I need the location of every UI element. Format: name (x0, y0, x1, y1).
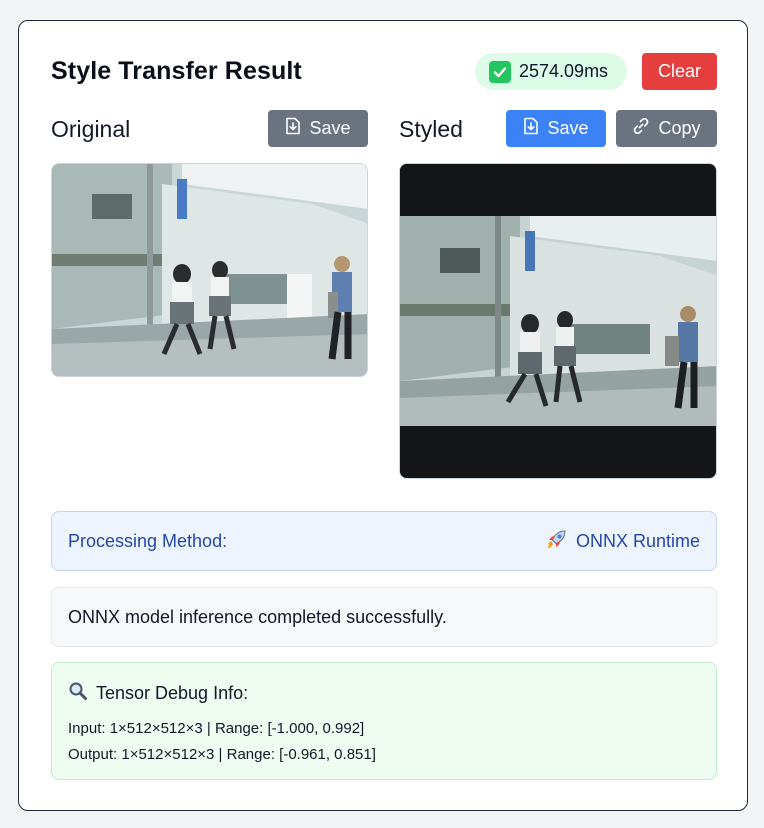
debug-input-line: Input: 1×512×512×3 | Range: [-1.000, 0.9… (68, 720, 365, 737)
tensor-debug-panel: Tensor Debug Info: Input: 1×512×512×3 | … (51, 662, 717, 780)
rocket-icon (546, 528, 568, 555)
processing-method-value: ONNX Runtime (575, 530, 700, 551)
status-message: ONNX model inference completed successfu… (68, 606, 447, 627)
save-original-label: Save (309, 118, 351, 138)
save-styled-label: Save (547, 118, 589, 138)
save-styled-button[interactable]: Save (506, 110, 606, 147)
processing-method-label: Processing Method: (68, 530, 228, 551)
inference-time-text: 2574.09ms (519, 61, 609, 81)
processing-method-value-wrap: ONNX Runtime (546, 528, 700, 555)
copy-button-label: Copy (658, 118, 701, 138)
clear-button[interactable]: Clear (642, 53, 717, 90)
magnifier-icon (68, 681, 88, 706)
original-label: Original (51, 116, 131, 142)
status-message-panel: ONNX model inference completed successfu… (51, 587, 717, 647)
inference-time-badge: 2574.09ms (475, 53, 627, 90)
original-image (51, 163, 368, 377)
link-icon (632, 117, 650, 140)
download-icon (285, 117, 301, 140)
result-card: Style Transfer Result 2574.09ms Clear Or… (18, 20, 748, 811)
page-title: Style Transfer Result (51, 57, 302, 85)
check-icon (489, 60, 511, 83)
styled-image (399, 163, 717, 479)
debug-title: Tensor Debug Info: (96, 683, 249, 703)
debug-output-line: Output: 1×512×512×3 | Range: [-0.961, 0.… (68, 746, 376, 763)
debug-title-row: Tensor Debug Info: (68, 681, 700, 706)
processing-method-panel: Processing Method: ONNX Runtime (51, 511, 717, 571)
download-icon (523, 117, 539, 140)
save-original-button[interactable]: Save (268, 110, 368, 147)
clear-button-label: Clear (657, 61, 701, 81)
copy-button[interactable]: Copy (616, 110, 717, 147)
styled-label: Styled (399, 116, 463, 142)
